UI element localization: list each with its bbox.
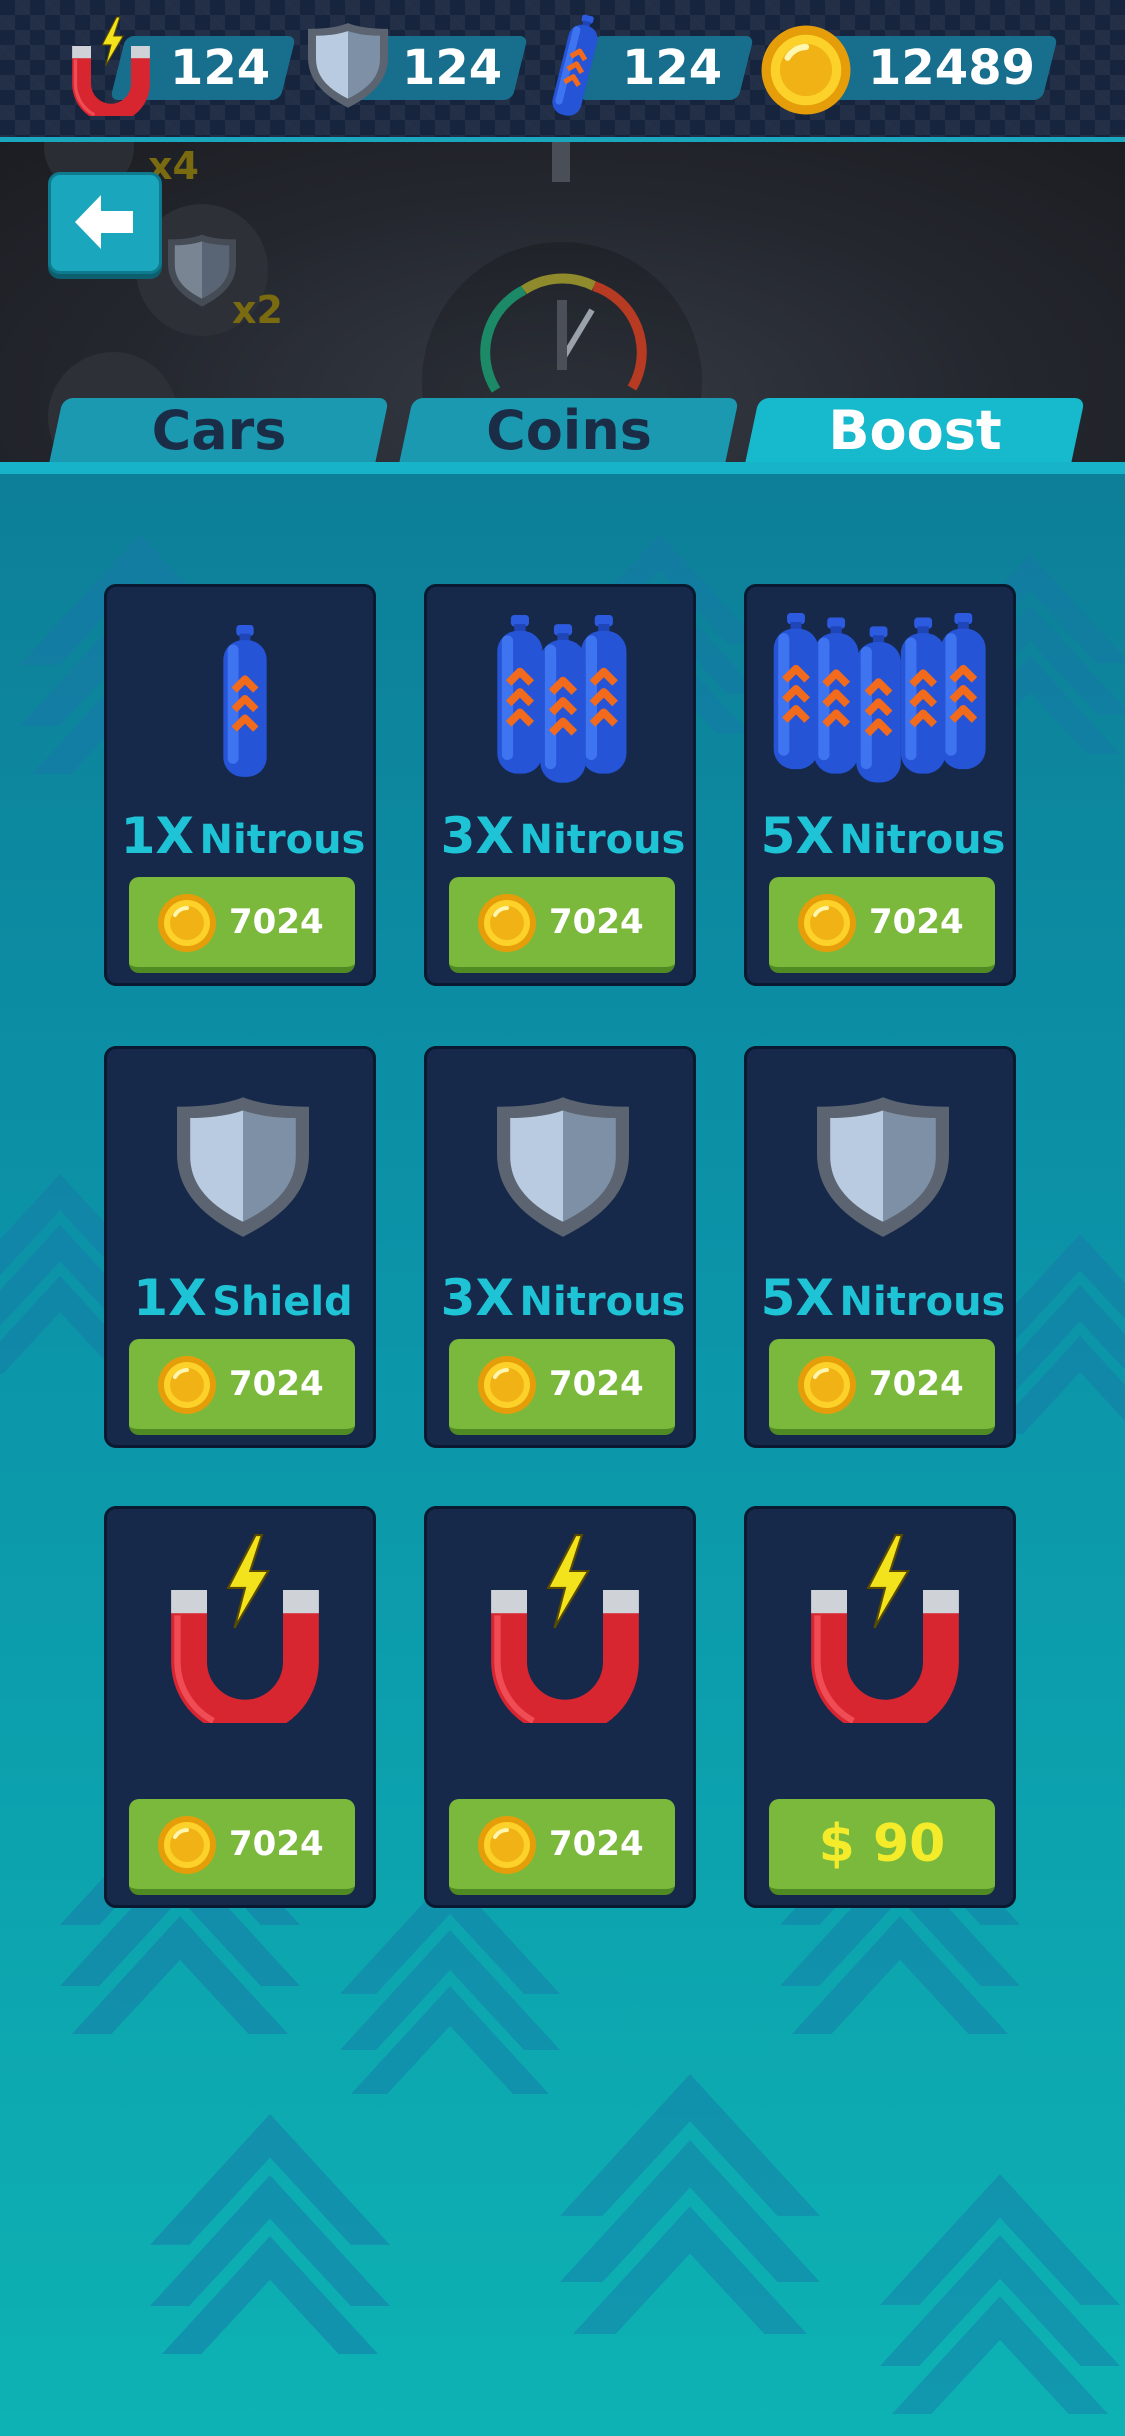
boost-badge-label: x2: [232, 288, 283, 332]
tab-underline: [0, 462, 1125, 474]
nitrous-1-icon: [219, 625, 271, 779]
tab-boost-label: Boost: [828, 399, 1002, 462]
magnet-count: 124: [170, 40, 271, 96]
nitrous-3-icon: [493, 615, 633, 785]
shop-card-magnet-2[interactable]: 7024: [424, 1506, 696, 1908]
shop-card-magnet-3[interactable]: $ 90: [744, 1506, 1016, 1908]
shield-icon: [497, 1097, 629, 1237]
coin-count: 12489: [868, 40, 1035, 96]
price-label: 7024: [549, 1824, 644, 1864]
coin-icon: [797, 893, 857, 953]
coin-icon: [157, 1355, 217, 1415]
nitrous-bottle-icon: [548, 14, 604, 118]
coin-icon: [797, 1355, 857, 1415]
chevron-decor-icon: [150, 2114, 390, 2354]
back-button[interactable]: [48, 172, 162, 274]
card-title: 3X Nitrous: [440, 807, 686, 865]
buy-button[interactable]: 7024: [129, 1339, 355, 1435]
coin-icon: [477, 1815, 537, 1875]
currency-bar: 124 124 124 12489: [0, 0, 1125, 142]
price-label: 7024: [549, 902, 644, 942]
tab-coins-label: Coins: [486, 399, 652, 462]
back-arrow-icon: [75, 195, 133, 249]
buy-button[interactable]: 7024: [129, 877, 355, 973]
price-label: 7024: [869, 902, 964, 942]
shop-card-shield-5x[interactable]: 5X Nitrous 7024: [744, 1046, 1016, 1448]
card-title: 1X Nitrous: [120, 807, 366, 865]
cash-price-label: $ 90: [818, 1814, 946, 1874]
shield-icon: [177, 1097, 309, 1237]
card-title: 5X Nitrous: [760, 807, 1006, 865]
buy-button[interactable]: 7024: [449, 1339, 675, 1435]
coin-icon: [477, 1355, 537, 1415]
buy-button[interactable]: 7024: [449, 877, 675, 973]
card-title: 1X Shield: [133, 1269, 353, 1327]
coin-icon: [477, 893, 537, 953]
price-label: 7024: [869, 1364, 964, 1404]
buy-button[interactable]: 7024: [769, 1339, 995, 1435]
shop-card-nitrous-3x[interactable]: 3X Nitrous 7024: [424, 584, 696, 986]
price-label: 7024: [549, 1364, 644, 1404]
buy-cash-button[interactable]: $ 90: [769, 1799, 995, 1895]
coin-icon: [157, 1815, 217, 1875]
boost-shop-panel: 1X Nitrous 7024 3X Nitrous 7024 5X Nitro…: [0, 474, 1125, 2436]
shield-icon: [308, 23, 388, 108]
shop-card-shield-1x[interactable]: 1X Shield 7024: [104, 1046, 376, 1448]
speedometer-mount: [552, 142, 570, 182]
shop-card-nitrous-1x[interactable]: 1X Nitrous 7024: [104, 584, 376, 986]
magnet-icon: [171, 1533, 319, 1723]
price-label: 7024: [229, 902, 324, 942]
speedometer-icon: [480, 273, 647, 393]
shield-count: 124: [402, 40, 503, 96]
card-title: 5X Nitrous: [760, 1269, 1006, 1327]
chevron-decor-icon: [880, 2174, 1120, 2414]
magnet-icon: [70, 16, 152, 116]
tab-cars-label: Cars: [151, 399, 287, 462]
shop-card-shield-3x[interactable]: 3X Nitrous 7024: [424, 1046, 696, 1448]
magnet-icon: [811, 1533, 959, 1723]
shop-card-nitrous-5x[interactable]: 5X Nitrous 7024: [744, 584, 1016, 986]
chevron-decor-icon: [560, 2074, 820, 2334]
buy-button[interactable]: 7024: [769, 877, 995, 973]
magnet-icon: [491, 1533, 639, 1723]
buy-button[interactable]: 7024: [449, 1799, 675, 1895]
price-label: 7024: [229, 1824, 324, 1864]
nitrous-5-icon: [771, 613, 995, 787]
buy-button[interactable]: 7024: [129, 1799, 355, 1895]
card-title: 3X Nitrous: [440, 1269, 686, 1327]
shield-icon: [168, 234, 236, 307]
nitrous-count: 124: [622, 40, 723, 96]
shop-card-magnet-1[interactable]: 7024: [104, 1506, 376, 1908]
coin-icon: [157, 893, 217, 953]
coin-icon: [760, 24, 852, 116]
shield-icon: [817, 1097, 949, 1237]
price-label: 7024: [229, 1364, 324, 1404]
